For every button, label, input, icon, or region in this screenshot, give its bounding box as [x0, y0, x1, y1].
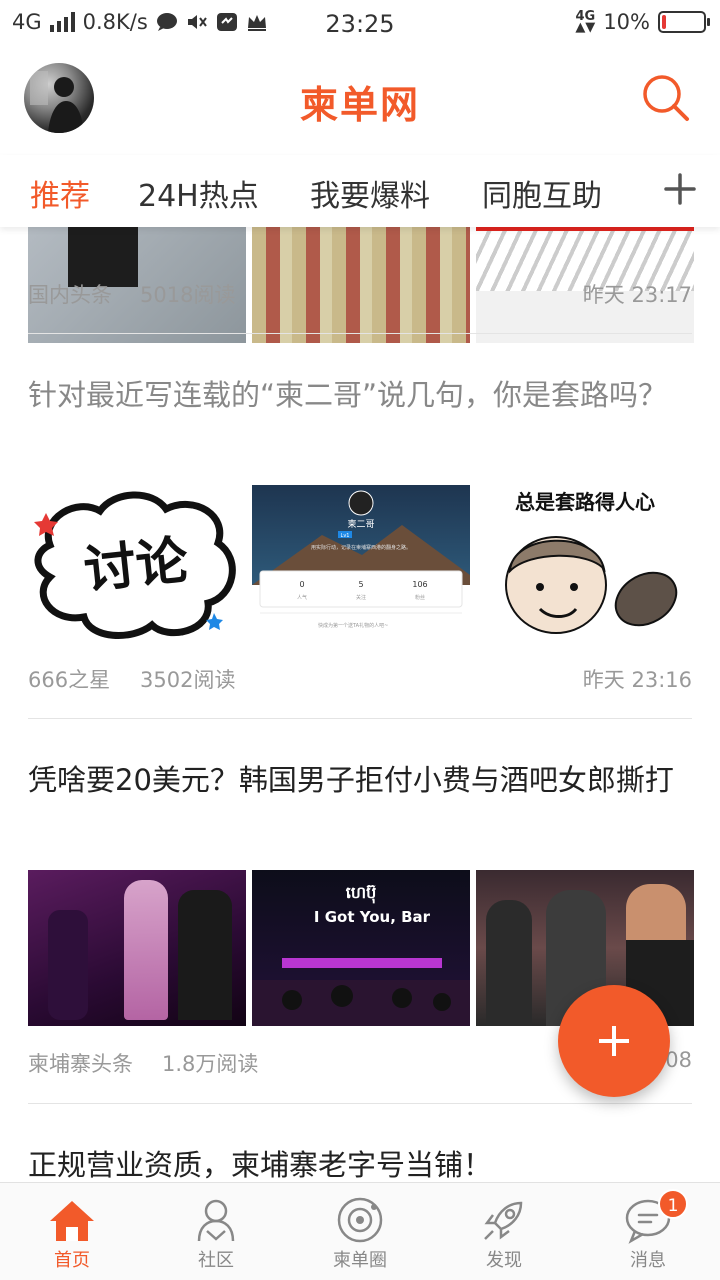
article-thumbnail[interactable]: 总是套路得人心: [476, 485, 694, 641]
article-source: 国内头条: [28, 283, 112, 307]
battery-percent: 10%: [603, 10, 650, 34]
battery-icon: [658, 11, 710, 33]
home-icon: [50, 1201, 94, 1241]
article-source: 666之星: [28, 668, 111, 692]
circle-icon: [337, 1197, 383, 1243]
article-meta: 国内头条 5018阅读 昨天 23:17: [28, 279, 692, 309]
tabs-fade: [624, 155, 654, 227]
status-right: 4G ▲▼ 10%: [575, 9, 710, 35]
nav-messages-label: 消息: [630, 1250, 666, 1271]
net-4g-icon: 4G ▲▼: [575, 9, 596, 35]
feed-divider: [28, 1103, 692, 1104]
svg-text:人气: 人气: [297, 594, 307, 601]
svg-text:106: 106: [412, 580, 427, 589]
svg-text:I Got You, Bar: I Got You, Bar: [314, 908, 431, 926]
svg-text:5: 5: [358, 580, 363, 589]
article-thumbnail[interactable]: ហេប៊ុ I Got You, Bar: [252, 870, 470, 1026]
svg-text:粉丝: 粉丝: [415, 594, 425, 601]
app-logo: 柬单网: [299, 82, 420, 127]
nav-home[interactable]: 首页: [0, 1183, 144, 1280]
nav-messages[interactable]: 1 消息: [576, 1183, 720, 1280]
nav-community-label: 社区: [198, 1250, 234, 1271]
nav-circle[interactable]: 柬单圈: [288, 1183, 432, 1280]
feed-divider: [28, 333, 692, 334]
article-title[interactable]: 正规营业资质，柬埔寨老字号当铺！: [28, 1141, 680, 1182]
svg-text:柬二哥: 柬二哥: [347, 519, 374, 530]
tab-recommend[interactable]: 推荐: [30, 171, 90, 215]
message-badge: 1: [658, 1189, 688, 1219]
article-reads: 5018阅读: [140, 283, 236, 307]
community-icon: [197, 1199, 235, 1242]
article-reads: 1.8万阅读: [162, 1052, 259, 1076]
svg-text:关注: 关注: [356, 594, 366, 601]
article-source: 柬埔寨头条: [28, 1052, 133, 1076]
bottom-nav: 首页 社区 柬单圈 发现 1 消息: [0, 1182, 720, 1280]
thumb-discuss-text: 讨论: [81, 531, 192, 602]
article-title[interactable]: 凭啥要20美元？韩国男子拒付小费与酒吧女郎撕打: [28, 756, 680, 804]
nav-discover[interactable]: 发现: [432, 1183, 576, 1280]
article-images[interactable]: 讨论 柬二哥 Lv1 用实际行动，记录在柬埔寨西港的翻身之路。 0 5 106 …: [28, 485, 694, 641]
post-fab-button[interactable]: [558, 985, 670, 1097]
tab-24h-hot[interactable]: 24H热点: [138, 171, 259, 215]
status-bar: 4G 0.8K/s 23:25 4G ▲▼ 10%: [0, 0, 720, 50]
search-icon[interactable]: [640, 72, 692, 124]
nav-circle-label: 柬单圈: [333, 1250, 387, 1271]
svg-text:ហេប៊ុ: ហេប៊ុ: [346, 883, 376, 904]
article-time: 昨天 23:17: [582, 283, 692, 307]
tab-mutual-help[interactable]: 同胞互助: [482, 171, 602, 215]
thumb-meme-text: 总是套路得人心: [515, 490, 655, 514]
rocket-icon: [484, 1201, 523, 1240]
article-time: 08: [665, 1048, 692, 1072]
svg-text:快成为第一个送TA礼物的人吧~: 快成为第一个送TA礼物的人吧~: [318, 622, 388, 629]
article-thumbnail[interactable]: 讨论: [28, 485, 246, 641]
svg-text:Lv1: Lv1: [341, 533, 350, 539]
article-thumbnail[interactable]: [28, 870, 246, 1026]
article-thumbnail[interactable]: 柬二哥 Lv1 用实际行动，记录在柬埔寨西港的翻身之路。 0 5 106 人气 …: [252, 485, 470, 641]
article-title[interactable]: 针对最近写连载的“柬二哥”说几句，你是套路吗？: [28, 371, 680, 419]
feed-divider: [28, 718, 692, 719]
svg-text:0: 0: [299, 580, 304, 589]
add-tab-icon[interactable]: [660, 169, 700, 209]
app-header: 柬单网: [0, 50, 720, 155]
article-reads: 3502阅读: [140, 668, 236, 692]
article-meta: 666之星 3502阅读 昨天 23:16: [28, 664, 692, 694]
nav-discover-label: 发现: [486, 1250, 522, 1271]
category-tabs: 推荐 24H热点 我要爆料 同胞互助: [0, 155, 720, 227]
nav-home-label: 首页: [54, 1250, 90, 1271]
nav-community[interactable]: 社区: [144, 1183, 288, 1280]
article-time: 昨天 23:16: [582, 668, 692, 692]
tab-report-news[interactable]: 我要爆料: [310, 171, 430, 215]
svg-text:用实际行动，记录在柬埔寨西港的翻身之路。: 用实际行动，记录在柬埔寨西港的翻身之路。: [311, 544, 411, 551]
